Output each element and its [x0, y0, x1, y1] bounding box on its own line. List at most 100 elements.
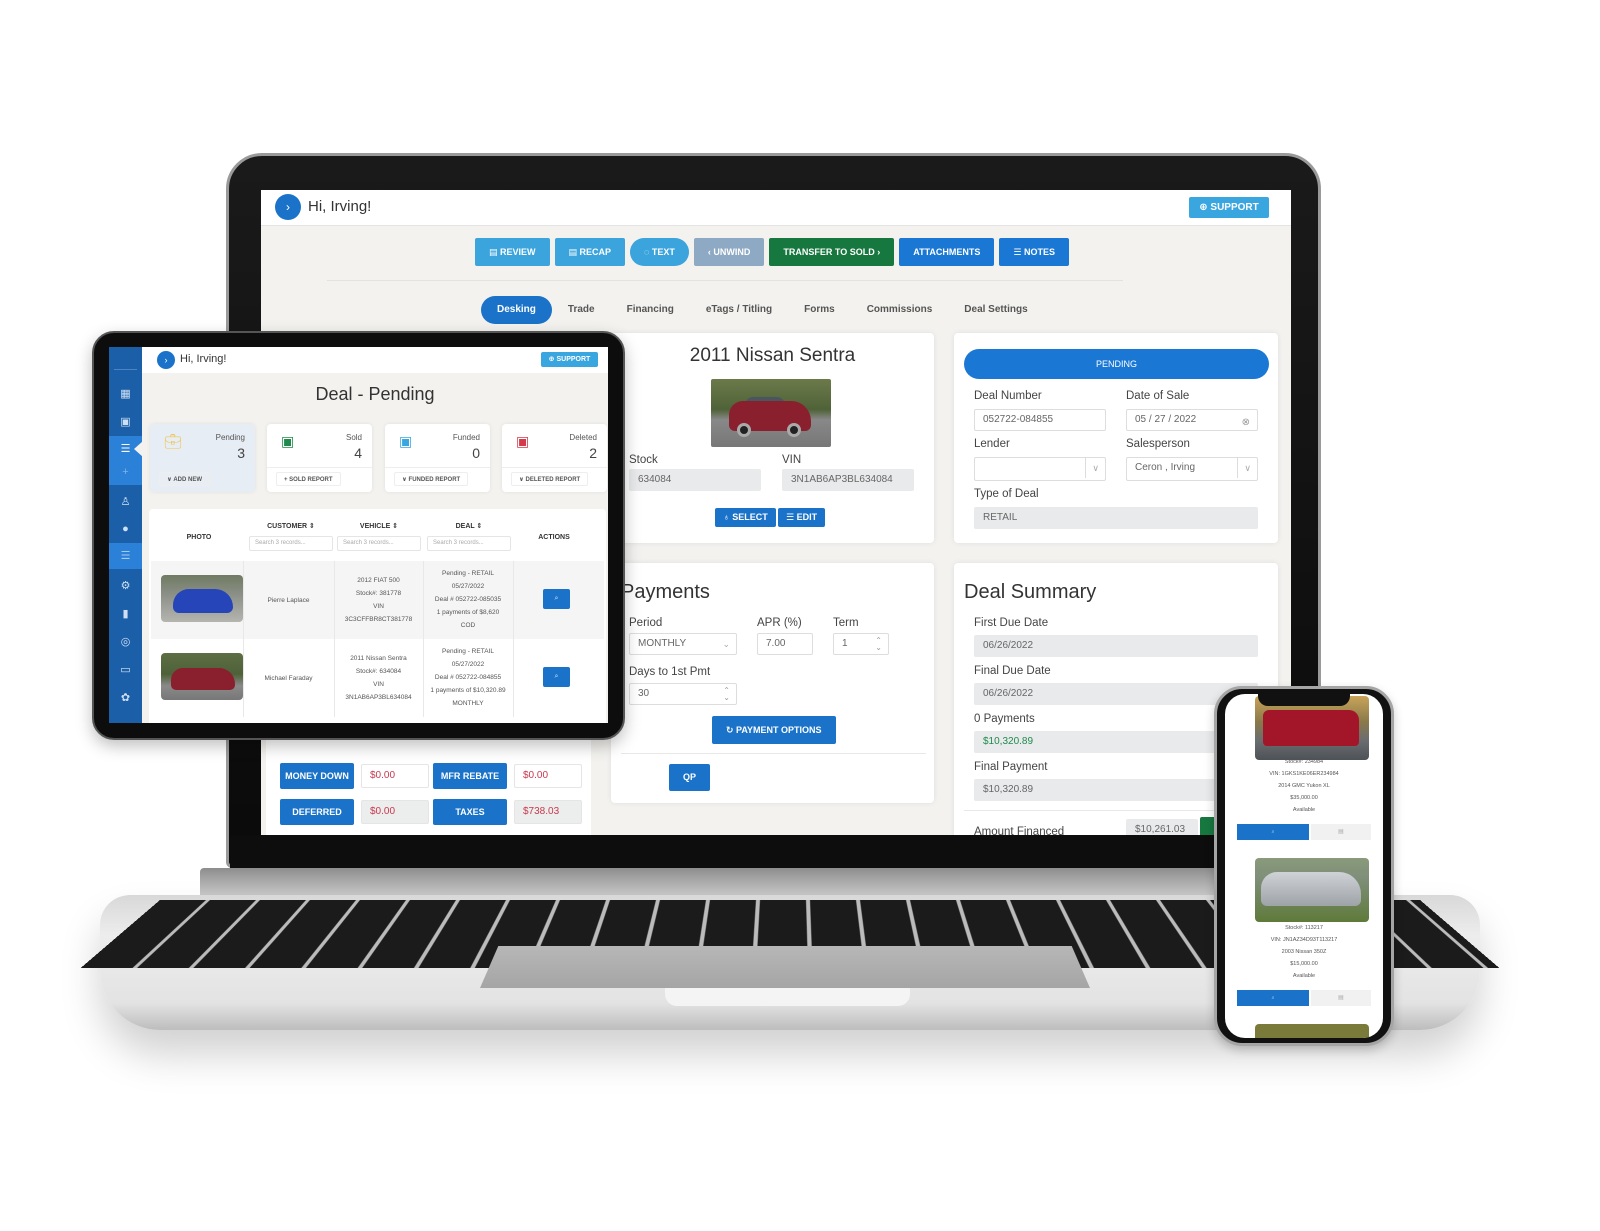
- days-to-first-payment-label: Days to 1st Pmt: [629, 666, 711, 678]
- sidebar-toggle-button[interactable]: ›: [275, 194, 301, 220]
- funded-report-button[interactable]: ∨ FUNDED REPORT: [394, 472, 469, 486]
- support-button[interactable]: ⊕ SUPPORT: [541, 352, 598, 367]
- clear-icon[interactable]: ⊗: [1242, 413, 1250, 430]
- days-value: 30: [638, 688, 650, 699]
- user-icon[interactable]: ♙: [109, 489, 142, 515]
- taxes-value[interactable]: $738.03: [514, 800, 582, 824]
- sold-report-button[interactable]: + SOLD REPORT: [276, 472, 341, 486]
- stat-card-pending[interactable]: 💼︎ Pending 3 ∨ ADD NEW: [150, 424, 255, 492]
- deferred-button[interactable]: DEFERRED: [280, 799, 354, 825]
- tablet-screen: ▦ ▣ ☰ + ♙ ● ☰ ⚙ ▮ ◎ ▭ ✿ › Hi, Irving! ⊕ …: [109, 347, 608, 723]
- car-wheel: [787, 423, 801, 437]
- laptop-trackpad: [480, 946, 1090, 988]
- edit-vehicle-button[interactable]: ☰ EDIT: [778, 508, 826, 527]
- taxes-button[interactable]: TAXES: [433, 799, 507, 825]
- stat-card-funded[interactable]: ▣ Funded 0 ∨ FUNDED REPORT: [385, 424, 490, 492]
- unwind-button[interactable]: ‹ UNWIND: [693, 238, 765, 266]
- deal-number-field[interactable]: 052722-084855: [974, 409, 1106, 431]
- review-button[interactable]: ▤ REVIEW: [475, 238, 550, 266]
- lender-select[interactable]: ∨: [974, 457, 1106, 481]
- salesperson-value: Ceron , Irving: [1135, 462, 1196, 473]
- vin-field[interactable]: 3N1AB6AP3BL634084: [782, 469, 914, 491]
- chart-icon[interactable]: ▮: [109, 601, 142, 627]
- mfr-rebate-button[interactable]: MFR REBATE: [433, 763, 507, 789]
- laptop-bezel: [230, 835, 1318, 870]
- list-icon[interactable]: ☰: [109, 543, 142, 569]
- divider: [267, 467, 372, 468]
- deals-table: PHOTO CUSTOMER ⇕ Search 3 records... VEH…: [149, 509, 606, 723]
- term-input[interactable]: 1 ⌃ ⌄: [833, 633, 889, 655]
- view-vehicle-button[interactable]: ⌕: [1237, 824, 1309, 840]
- tab-deal-settings[interactable]: Deal Settings: [948, 296, 1043, 324]
- transfer-to-sold-button[interactable]: TRANSFER TO SOLD ›: [769, 238, 895, 266]
- view-deal-button[interactable]: ⌕: [543, 667, 570, 687]
- payments-count-label: 0 Payments: [974, 713, 1035, 725]
- text-button[interactable]: ◌ TEXT: [630, 238, 689, 266]
- amount-financed-field[interactable]: $10,261.03: [1126, 819, 1198, 835]
- type-of-deal-field[interactable]: RETAIL: [974, 507, 1258, 529]
- vehicle-search-input[interactable]: Search 3 records...: [337, 536, 421, 551]
- payment-options-button[interactable]: ↻ PAYMENT OPTIONS: [712, 716, 836, 744]
- phone-screen: Stock#: 234984 VIN: 1GKS1KE06ER234984 20…: [1225, 694, 1383, 1038]
- table-row[interactable]: Michael Faraday 2011 Nissan Sentra Stock…: [151, 639, 604, 717]
- greeting: Hi, Irving!: [180, 353, 227, 365]
- mfr-rebate-input[interactable]: $0.00: [514, 764, 582, 788]
- divider: [114, 369, 137, 370]
- date-of-sale-field[interactable]: 05 / 27 / 2022 ⊗: [1126, 409, 1258, 431]
- credit-card-icon[interactable]: ▭: [109, 657, 142, 683]
- notes-button[interactable]: ☰ NOTES: [999, 238, 1069, 266]
- stock-field[interactable]: 634084: [629, 469, 761, 491]
- vehicle-name: 2012 FIAT 500: [357, 577, 400, 584]
- tab-financing[interactable]: Financing: [611, 296, 690, 324]
- column-header-vehicle[interactable]: VEHICLE ⇕: [337, 522, 421, 530]
- column-header-customer[interactable]: CUSTOMER ⇕: [249, 522, 333, 530]
- money-down-button[interactable]: MONEY DOWN: [280, 763, 354, 789]
- dashboard-icon[interactable]: ▦: [109, 381, 142, 407]
- stat-card-sold[interactable]: ▣ Sold 4 + SOLD REPORT: [267, 424, 372, 492]
- sidebar-toggle-button[interactable]: ›: [157, 351, 175, 369]
- apr-input[interactable]: 7.00: [757, 633, 813, 655]
- money-down-input[interactable]: $0.00: [361, 764, 429, 788]
- qp-button[interactable]: QP: [669, 764, 711, 791]
- stepper-icon[interactable]: ⌃ ⌄: [723, 687, 730, 702]
- deal-search-input[interactable]: Search 3 records...: [427, 536, 511, 551]
- recap-button[interactable]: ▤ RECAP: [554, 238, 626, 266]
- tab-etags-titling[interactable]: eTags / Titling: [690, 296, 788, 324]
- tab-forms[interactable]: Forms: [788, 296, 851, 324]
- briefcase-icon[interactable]: ▣: [109, 409, 142, 435]
- attachments-button[interactable]: ATTACHMENTS: [899, 238, 995, 266]
- tab-desking[interactable]: Desking: [481, 296, 552, 324]
- support-button[interactable]: ⊕ SUPPORT: [1189, 197, 1269, 218]
- details-button[interactable]: ▤: [1311, 990, 1371, 1006]
- stepper-icon[interactable]: ⌃ ⌄: [875, 637, 882, 652]
- table-row[interactable]: Pierre Laplace 2012 FIAT 500 Stock#: 381…: [151, 561, 604, 639]
- customer-search-input[interactable]: Search 3 records...: [249, 536, 333, 551]
- column-header-photo: PHOTO: [186, 534, 212, 541]
- badge-icon[interactable]: ◎: [109, 629, 142, 655]
- view-deal-button[interactable]: ⌕: [543, 589, 570, 609]
- tab-commissions[interactable]: Commissions: [851, 296, 949, 324]
- cars-icon[interactable]: ⚙: [109, 573, 142, 599]
- period-select[interactable]: MONTHLY ⌄: [629, 633, 737, 655]
- first-due-date-field[interactable]: 06/26/2022: [974, 635, 1258, 657]
- stat-label: Funded: [452, 433, 480, 442]
- deferred-value[interactable]: $0.00: [361, 800, 429, 824]
- laptop-hinge: [200, 868, 1380, 898]
- deal-number-label: Deal Number: [974, 390, 1042, 402]
- stat-card-deleted[interactable]: ▣ Deleted 2 ∨ DELETED REPORT: [502, 424, 607, 492]
- select-vehicle-button[interactable]: ♁ SELECT: [715, 508, 776, 527]
- salesperson-select[interactable]: Ceron , Irving ∨: [1126, 457, 1258, 481]
- plus-icon[interactable]: +: [109, 459, 142, 485]
- add-new-button[interactable]: ∨ ADD NEW: [159, 472, 210, 486]
- deleted-report-button[interactable]: ∨ DELETED REPORT: [511, 472, 589, 486]
- column-header-deal[interactable]: DEAL ⇕: [427, 522, 511, 530]
- customer-name: Pierre Laplace: [267, 597, 310, 604]
- view-vehicle-button[interactable]: ⌕: [1237, 990, 1309, 1006]
- gear-icon[interactable]: ✿: [109, 685, 142, 711]
- chat-icon[interactable]: ●: [109, 516, 142, 542]
- tab-trade[interactable]: Trade: [552, 296, 611, 324]
- details-button[interactable]: ▤: [1311, 824, 1371, 840]
- stock-number: Stock#: 113217: [1285, 925, 1323, 931]
- days-to-first-payment-input[interactable]: 30 ⌃ ⌄: [629, 683, 737, 705]
- briefcase-icon: 💼︎: [164, 433, 182, 449]
